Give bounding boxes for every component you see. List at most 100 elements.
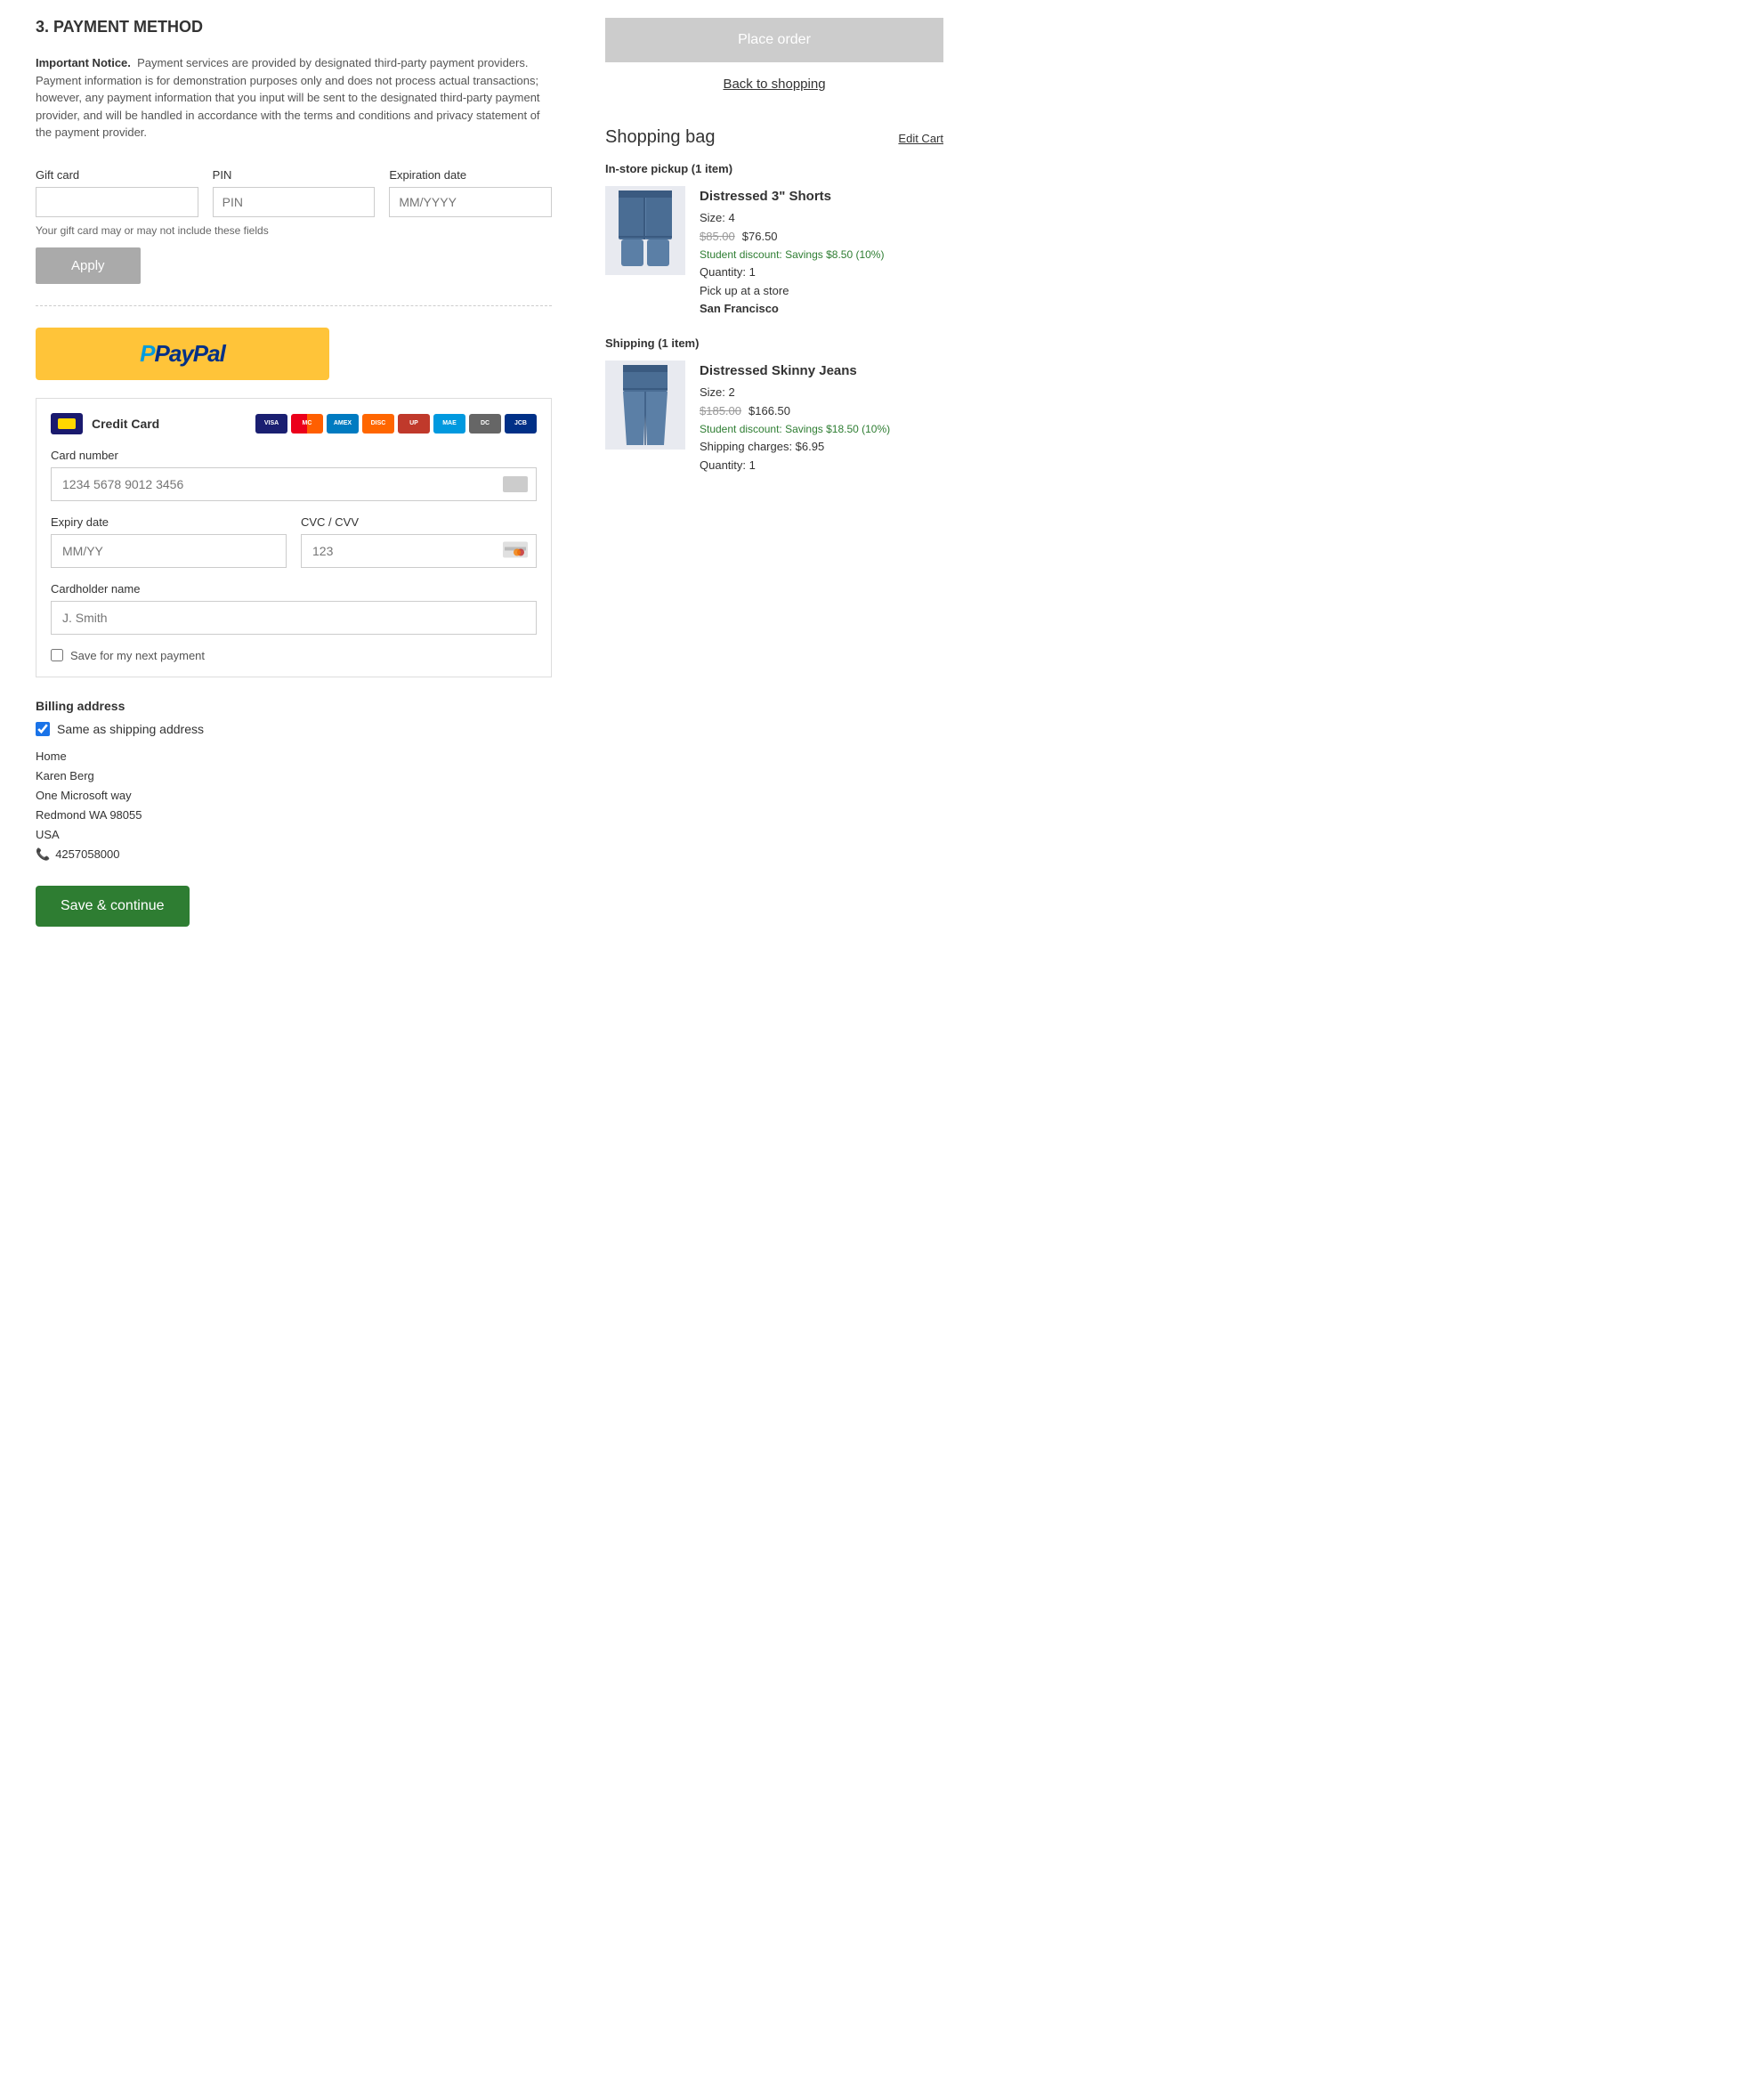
item1-image-svg <box>614 190 676 271</box>
item2-image-svg <box>614 365 676 445</box>
maestro-logo: MAE <box>433 414 465 434</box>
cardholder-input[interactable] <box>51 601 537 635</box>
bag-item-1: Distressed 3" Shorts Size: 4 $85.00 $76.… <box>605 186 943 319</box>
save-continue-button[interactable]: Save & continue <box>36 886 190 927</box>
card-number-group: Card number <box>51 449 537 501</box>
save-checkbox-group: Save for my next payment <box>51 649 537 662</box>
item2-quantity: Quantity: 1 <box>700 457 943 475</box>
gift-card-hint: Your gift card may or may not include th… <box>36 224 552 237</box>
shipping-section: Shipping (1 item) Distressed Skinny Jean… <box>605 336 943 474</box>
gift-card-input[interactable] <box>36 187 198 217</box>
item2-image <box>605 361 685 450</box>
credit-card-label: Credit Card <box>92 417 159 431</box>
cc-row: Expiry date CVC / CVV <box>51 515 537 582</box>
phone-icon: 📞 <box>36 845 50 864</box>
credit-card-header: Credit Card VISA MC AMEX DISC UP MAE DC … <box>51 413 537 434</box>
same-address-label: Same as shipping address <box>57 722 204 736</box>
gc-expiry-input[interactable] <box>389 187 552 217</box>
card-number-wrapper <box>51 467 537 501</box>
pin-label: PIN <box>213 168 376 182</box>
card-number-input[interactable] <box>51 467 537 501</box>
shopping-bag-header: Shopping bag Edit Cart <box>605 127 943 148</box>
address-city-state-zip: Redmond WA 98055 <box>36 806 552 825</box>
item2-size: Size: 2 <box>700 384 943 402</box>
item2-price-original: $185.00 <box>700 402 741 421</box>
cc-icon-inner <box>58 418 76 429</box>
paypal-p-char: P <box>140 340 154 367</box>
edit-cart-link[interactable]: Edit Cart <box>898 132 943 145</box>
diners-logo: DC <box>469 414 501 434</box>
save-label: Save for my next payment <box>70 649 205 662</box>
item1-discount: Student discount: Savings $8.50 (10%) <box>700 247 943 263</box>
pin-field-group: PIN <box>213 168 376 217</box>
paypal-button[interactable]: PPayPal <box>36 328 329 380</box>
address-street: One Microsoft way <box>36 786 552 806</box>
item1-price-current: $76.50 <box>742 228 778 247</box>
same-address-group: Same as shipping address <box>36 722 552 736</box>
mastercard-logo: MC <box>291 414 323 434</box>
jcb-logo: JCB <box>505 414 537 434</box>
paypal-logo: PPayPal <box>140 340 225 368</box>
item1-pickup-store: San Francisco <box>700 300 943 319</box>
address-type: Home <box>36 747 552 766</box>
item1-price-original: $85.00 <box>700 228 735 247</box>
item2-price: $185.00 $166.50 <box>700 402 943 421</box>
cvc-label: CVC / CVV <box>301 515 537 529</box>
section-title: 3. PAYMENT METHOD <box>36 18 552 36</box>
credit-card-icon <box>51 413 83 434</box>
gift-card-section: Gift card PIN Expiration date Your gift … <box>36 168 552 284</box>
item1-image <box>605 186 685 275</box>
phone-number: 4257058000 <box>55 845 119 864</box>
item2-name: Distressed Skinny Jeans <box>700 361 943 382</box>
place-order-button[interactable]: Place order <box>605 18 943 62</box>
item2-price-current: $166.50 <box>748 402 790 421</box>
credit-card-section: Credit Card VISA MC AMEX DISC UP MAE DC … <box>36 398 552 677</box>
item1-size: Size: 4 <box>700 209 943 228</box>
cc-label-group: Credit Card <box>51 413 159 434</box>
item2-shipping-charges: Shipping charges: $6.95 <box>700 438 943 457</box>
save-checkbox[interactable] <box>51 649 63 661</box>
important-notice: Important Notice. Payment services are p… <box>36 54 552 142</box>
expiry-date-group: Expiry date <box>51 515 287 568</box>
card-number-icon <box>503 476 528 492</box>
item1-pickup-label: Pick up at a store <box>700 284 789 297</box>
item1-quantity: Quantity: 1 <box>700 263 943 282</box>
item1-price: $85.00 $76.50 <box>700 228 943 247</box>
pin-input[interactable] <box>213 187 376 217</box>
cvc-input[interactable] <box>301 534 537 568</box>
unionpay-logo: UP <box>398 414 430 434</box>
item2-discount: Student discount: Savings $18.50 (10%) <box>700 421 943 438</box>
gift-card-label: Gift card <box>36 168 198 182</box>
item1-details: Distressed 3" Shorts Size: 4 $85.00 $76.… <box>700 186 943 319</box>
card-number-label: Card number <box>51 449 537 462</box>
right-column: Place order Back to shopping Shopping ba… <box>605 18 943 927</box>
apply-button[interactable]: Apply <box>36 247 141 284</box>
expiry-field-group: Expiration date <box>389 168 552 217</box>
shopping-bag-title: Shopping bag <box>605 127 715 148</box>
discover-logo: DISC <box>362 414 394 434</box>
item2-details: Distressed Skinny Jeans Size: 2 $185.00 … <box>700 361 943 474</box>
expiry-date-input[interactable] <box>51 534 287 568</box>
paypal-text: PayPal <box>155 340 225 367</box>
gift-card-field-group: Gift card <box>36 168 198 217</box>
instore-title: In-store pickup (1 item) <box>605 162 943 175</box>
cardholder-group: Cardholder name <box>51 582 537 635</box>
left-column: 3. PAYMENT METHOD Important Notice. Paym… <box>36 18 552 927</box>
address-block: Home Karen Berg One Microsoft way Redmon… <box>36 747 552 865</box>
address-country: USA <box>36 825 552 845</box>
item1-pickup: Pick up at a store <box>700 282 943 301</box>
item1-name: Distressed 3" Shorts <box>700 186 943 207</box>
gc-expiry-label: Expiration date <box>389 168 552 182</box>
same-address-checkbox[interactable] <box>36 722 50 736</box>
instore-section: In-store pickup (1 item) <box>605 162 943 319</box>
bag-item-2: Distressed Skinny Jeans Size: 2 $185.00 … <box>605 361 943 474</box>
important-notice-label: Important Notice. <box>36 56 131 69</box>
phone-line: 📞 4257058000 <box>36 845 552 864</box>
billing-section: Billing address Same as shipping address… <box>36 699 552 865</box>
back-to-shopping-link[interactable]: Back to shopping <box>605 77 943 92</box>
shipping-title: Shipping (1 item) <box>605 336 943 350</box>
cardholder-label: Cardholder name <box>51 582 537 596</box>
visa-logo: VISA <box>255 414 287 434</box>
expiry-date-label: Expiry date <box>51 515 287 529</box>
billing-title: Billing address <box>36 699 552 713</box>
